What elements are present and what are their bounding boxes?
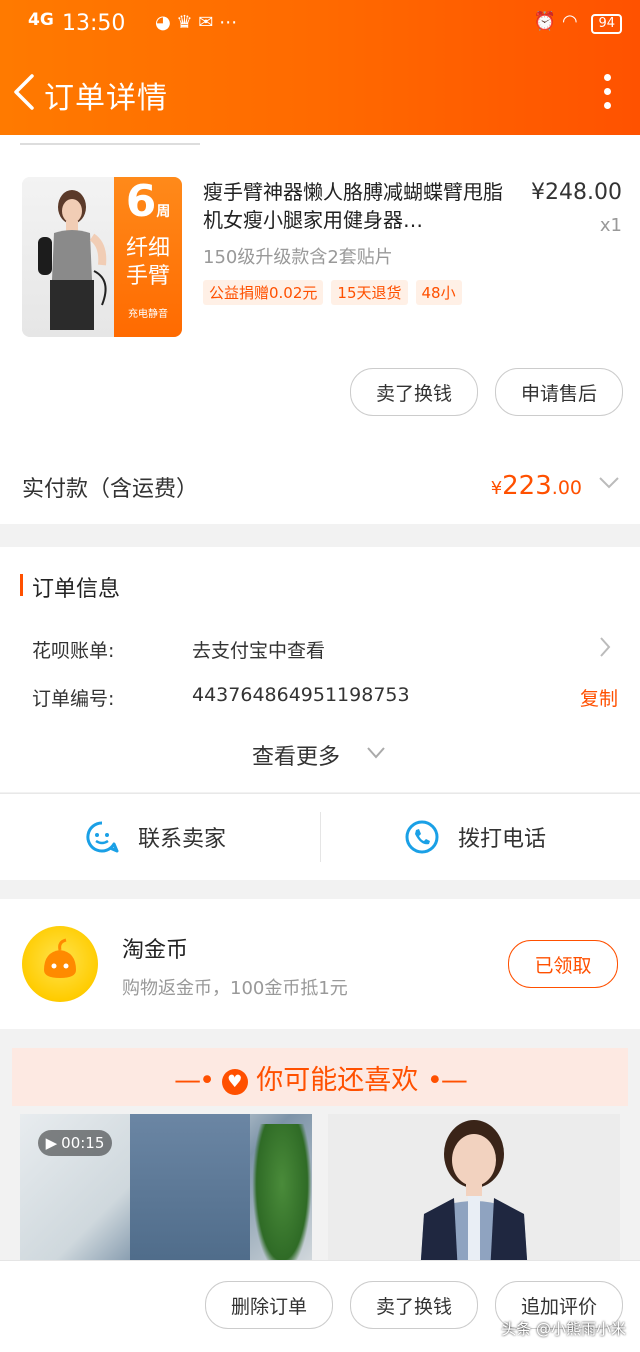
heart-icon: ♥ [221, 1069, 248, 1095]
product-image[interactable]: 6周 纤细 手臂 充电静音 [22, 177, 182, 337]
gold-coin-title: 淘金币 [122, 938, 189, 963]
video-duration-badge: ▶ 00:15 [38, 1130, 112, 1156]
contact-divider [320, 812, 321, 862]
contact-seller-button[interactable]: 联系卖家 [84, 794, 226, 880]
back-arrow-icon[interactable] [10, 72, 40, 112]
see-more-button[interactable]: 查看更多 [252, 739, 340, 771]
recommend-title-text: 你可能还喜欢 [256, 1065, 419, 1096]
watermark: 头条 @小熊雨小米 [501, 1320, 626, 1338]
paid-amount-label: 实付款（含运费） [22, 477, 199, 502]
partial-section-divider [20, 125, 200, 145]
image-caption: 充电静音 [128, 309, 168, 320]
product-card: 6周 纤细 手臂 充电静音 瘦手臂神器懒人胳膊减蝴蝶臂甩脂机女瘦小腿家用健身器…… [0, 135, 640, 524]
order-info-title: 订单信息 [32, 577, 121, 602]
image-line2: 手臂 [125, 264, 170, 289]
product-name[interactable]: 瘦手臂神器懒人胳膊减蝴蝶臂甩脂机女瘦小腿家用健身器… [203, 178, 508, 234]
paid-currency: ¥ [490, 478, 503, 499]
status-right-icons: ⏰ ◠ 94 [534, 11, 622, 34]
battery-indicator: 94 [591, 14, 622, 34]
product-tags: 公益捐赠0.02元 15天退货 48小 [203, 280, 462, 305]
recommend-item-image[interactable] [328, 1114, 620, 1274]
paid-amount-dec: .00 [551, 477, 582, 499]
status-bar: 4G 13:50 ◕ ♛ ✉ ⋯ ⏰ ◠ 94 [0, 0, 640, 52]
tag-hours: 48小 [415, 280, 462, 305]
chat-icon [86, 821, 119, 853]
chevron-down-icon[interactable] [366, 746, 386, 760]
huabei-value[interactable]: 去支付宝中查看 [192, 636, 325, 663]
notification-icons: ◕ ♛ ✉ ⋯ [155, 12, 238, 33]
order-info-card: 订单信息 花呗账单: 去支付宝中查看 订单编号: 443764864951198… [0, 547, 640, 792]
model-figure [38, 190, 107, 330]
gold-coin-card: 淘金币 购物返金币，100金币抵1元 已领取 [0, 899, 640, 1029]
more-options-icon[interactable] [604, 74, 612, 114]
signal-indicator: 4G [28, 10, 54, 30]
order-number-value: 443764864951198753 [192, 684, 410, 706]
play-icon: ▶ [45, 1134, 58, 1152]
after-sale-button[interactable]: 申请售后 [495, 368, 623, 416]
model-photo [420, 1120, 528, 1274]
video-duration: 00:15 [61, 1134, 105, 1152]
status-time: 13:50 [62, 11, 126, 36]
image-line1: 纤细 [125, 236, 170, 261]
order-number-label: 订单编号: [32, 688, 115, 710]
paid-amount: ¥223.00 [491, 471, 582, 501]
paid-amount-int: 223 [502, 471, 552, 501]
recommend-title: —• ♥ 你可能还喜欢 •— [174, 1065, 468, 1096]
phone-icon [405, 820, 439, 854]
image-unit: 周 [156, 204, 171, 220]
delete-order-button[interactable]: 删除订单 [205, 1281, 333, 1329]
tag-return: 15天退货 [331, 280, 408, 305]
chevron-right-icon[interactable] [598, 636, 612, 658]
tag-charity: 公益捐赠0.02元 [203, 280, 324, 305]
product-price: ¥248.00 [531, 180, 622, 205]
call-phone-button[interactable]: 拨打电话 [404, 794, 546, 880]
copy-order-number-button[interactable]: 复制 [580, 684, 618, 711]
gold-coin-subtitle: 购物返金币，100金币抵1元 [122, 978, 348, 999]
image-big-number: 6 [125, 177, 157, 227]
sell-for-money-bottom-button[interactable]: 卖了换钱 [350, 1281, 478, 1329]
contact-seller-label: 联系卖家 [138, 827, 227, 852]
claimed-button[interactable]: 已领取 [508, 940, 618, 988]
page-title: 订单详情 [44, 81, 168, 116]
call-phone-label: 拨打电话 [458, 827, 547, 852]
chevron-down-icon[interactable] [598, 475, 620, 491]
gold-coin-icon [22, 926, 98, 1002]
sell-for-money-button[interactable]: 卖了换钱 [350, 368, 478, 416]
contact-bar: 联系卖家 拨打电话 [0, 793, 640, 880]
huabei-label: 花呗账单: [32, 640, 115, 662]
product-spec: 150级升级款含2套贴片 [203, 247, 393, 268]
section-accent-bar [20, 574, 23, 596]
product-quantity: x1 [599, 215, 622, 236]
